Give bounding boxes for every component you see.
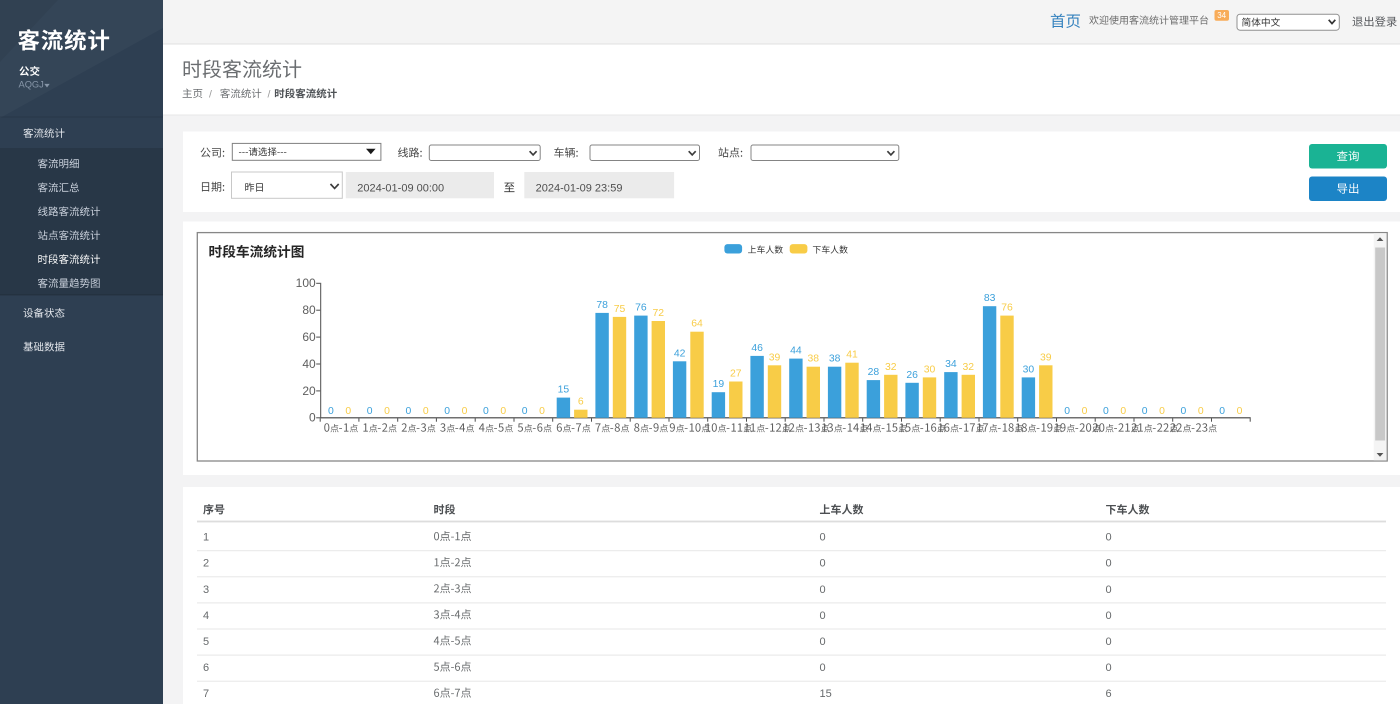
svg-text:30: 30 (924, 364, 936, 375)
svg-text:19: 19 (713, 379, 725, 390)
svg-text:5: 5 (203, 636, 209, 648)
svg-text:0: 0 (309, 411, 316, 425)
svg-text:78: 78 (596, 300, 608, 311)
svg-text:0: 0 (1198, 406, 1204, 417)
svg-text:39: 39 (769, 352, 781, 363)
svg-text:0: 0 (1082, 406, 1088, 417)
svg-text:AQGJ: AQGJ (19, 80, 44, 90)
svg-text:0: 0 (1103, 406, 1109, 417)
svg-text:34: 34 (945, 359, 957, 370)
svg-text:26: 26 (906, 370, 918, 381)
svg-text:15: 15 (558, 385, 570, 396)
svg-text:0: 0 (820, 558, 826, 570)
svg-text:0: 0 (1181, 406, 1187, 417)
svg-text:0: 0 (1237, 406, 1243, 417)
svg-text:72: 72 (653, 308, 665, 319)
svg-text:30: 30 (1023, 364, 1035, 375)
svg-text:44: 44 (790, 346, 802, 357)
svg-text:0: 0 (500, 406, 506, 417)
svg-text:0: 0 (1106, 610, 1112, 622)
svg-text:/: / (209, 88, 212, 100)
svg-text:/: / (268, 88, 271, 100)
svg-text:100: 100 (296, 276, 316, 290)
svg-text:41: 41 (846, 350, 858, 361)
svg-text:6: 6 (578, 397, 584, 408)
svg-text:0: 0 (1120, 406, 1126, 417)
svg-text:0: 0 (522, 406, 528, 417)
svg-text:0: 0 (483, 406, 489, 417)
svg-text:2024-01-09 00:00: 2024-01-09 00:00 (357, 182, 444, 194)
svg-text:6: 6 (1106, 688, 1112, 700)
svg-text:46: 46 (751, 343, 763, 354)
svg-text:60: 60 (302, 330, 316, 344)
svg-text:0: 0 (1142, 406, 1148, 417)
svg-text:76: 76 (635, 303, 647, 314)
svg-text:2024-01-09 23:59: 2024-01-09 23:59 (536, 182, 623, 194)
svg-text:0: 0 (820, 584, 826, 596)
svg-text:0: 0 (406, 406, 412, 417)
svg-text:7: 7 (203, 688, 209, 700)
svg-text:42: 42 (674, 348, 686, 359)
svg-text:32: 32 (963, 362, 975, 373)
svg-text:0: 0 (345, 406, 351, 417)
svg-text:0: 0 (539, 406, 545, 417)
svg-text:32: 32 (885, 362, 897, 373)
svg-text:6: 6 (203, 662, 209, 674)
svg-text:0: 0 (1106, 636, 1112, 648)
svg-text:0: 0 (1106, 662, 1112, 674)
svg-text:3: 3 (203, 584, 209, 596)
svg-text:2: 2 (203, 558, 209, 570)
svg-text:4: 4 (203, 610, 209, 622)
svg-text:0: 0 (820, 636, 826, 648)
svg-text:0: 0 (423, 406, 429, 417)
svg-text:28: 28 (868, 367, 880, 378)
svg-text:0: 0 (384, 406, 390, 417)
svg-text:0: 0 (1106, 558, 1112, 570)
svg-text:0: 0 (462, 406, 468, 417)
svg-text:0: 0 (820, 610, 826, 622)
svg-text:0: 0 (820, 662, 826, 674)
svg-text:80: 80 (302, 303, 316, 317)
svg-text:27: 27 (730, 369, 742, 380)
svg-text:38: 38 (829, 354, 841, 365)
svg-text:34: 34 (1217, 11, 1226, 20)
svg-text:0: 0 (1219, 406, 1225, 417)
svg-text:40: 40 (302, 357, 316, 371)
svg-text:75: 75 (614, 304, 626, 315)
svg-text:0: 0 (1106, 584, 1112, 596)
svg-text:0: 0 (820, 532, 826, 544)
svg-text:15: 15 (820, 688, 832, 700)
svg-text:0: 0 (328, 406, 334, 417)
svg-text:64: 64 (691, 319, 703, 330)
svg-text:1: 1 (203, 532, 209, 544)
svg-text:0: 0 (1064, 406, 1070, 417)
svg-text:76: 76 (1001, 303, 1013, 314)
svg-text:0: 0 (1159, 406, 1165, 417)
svg-text:38: 38 (808, 354, 820, 365)
svg-text:0: 0 (367, 406, 373, 417)
svg-text:0: 0 (444, 406, 450, 417)
svg-text:39: 39 (1040, 352, 1052, 363)
svg-text:83: 83 (984, 293, 996, 304)
svg-text:20: 20 (302, 384, 316, 398)
svg-text:0: 0 (1106, 532, 1112, 544)
